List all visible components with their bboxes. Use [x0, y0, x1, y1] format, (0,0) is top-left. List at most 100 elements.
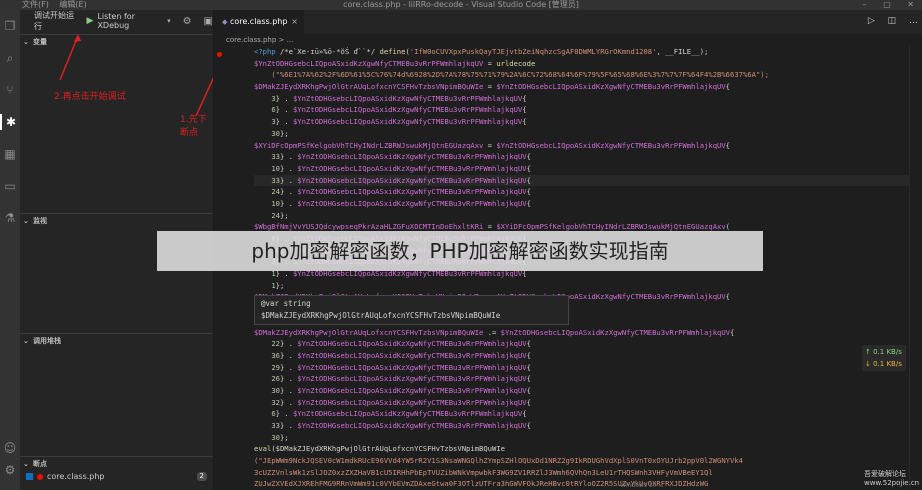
breakpoint-dot-icon[interactable]	[217, 52, 222, 57]
code-token: $YnZtODHGsebcLIQpoASxidKzXgwNfyCTMEBu3vR…	[297, 339, 527, 349]
code-token: $YnZtODHGsebcLIQpoASxidKzXgwNfyCTMEBu3vR…	[297, 198, 527, 208]
code-line[interactable]: 26} . $YnZtODHGsebcLIQpoASxidKzXgwNfyCTM…	[254, 373, 914, 385]
settings-gear-icon[interactable]: ⚙	[2, 462, 18, 478]
code-line[interactable]: 30};	[254, 128, 914, 140]
code-token: } .	[279, 421, 298, 430]
code-token: $YnZtODHGsebcLIQpoASxidKzXgwNfyCTMEBu3vR…	[297, 152, 527, 162]
code-line[interactable]: 10} . $YnZtODHGsebcLIQpoASxidKzXgwNfyCTM…	[254, 163, 914, 175]
code-line[interactable]: 3} . $YnZtODHGsebcLIQpoASxidKzXgwNfyCTME…	[254, 93, 914, 105]
code-line[interactable]: $YnZtODHGsebcLIQpoASxidKzXgwNfyCTMEBu3vR…	[254, 58, 914, 70]
code-token: 'IfW0oCUVXpxPuskQayTJEjvtbZeiNqhzcSgAF8D…	[409, 47, 657, 56]
code-line[interactable]: $DMakZJEydXRKhgPwjOlGtrAUqLofxcnYCSFHvTz…	[254, 327, 914, 339]
code-token: 30	[271, 385, 280, 395]
red-arrow-annotation	[59, 34, 213, 117]
minimize-icon[interactable]: –	[863, 0, 867, 9]
code-token: $YnZtODHGsebcLIQpoASxidKzXgwNfyCTMEBu3vR…	[500, 327, 730, 337]
code-line[interactable]: 3cUZZVnlsWk1zSlJOZ0xzZXZHaVB1cU5IRHhPbEp…	[254, 467, 914, 479]
code-line[interactable]: $DMakZJEydXRKhgPwjOlGtrAUqLofxcnYCSFHvTz…	[254, 81, 914, 93]
code-token: } .	[279, 385, 298, 395]
maximize-icon[interactable]: ▢	[883, 0, 891, 9]
code-line[interactable]: 24} . $YnZtODHGsebcLIQpoASxidKzXgwNfyCTM…	[254, 186, 914, 198]
code-token: $YnZtODHGsebcLIQpoASxidKzXgwNfyCTMEBu3vR…	[297, 385, 527, 395]
code-token: } .	[279, 397, 298, 407]
debug-console-icon[interactable]: ▣	[204, 16, 213, 27]
code-token: =	[483, 82, 497, 92]
code-line[interactable]: 1};	[254, 280, 914, 292]
start-debugging-icon[interactable]: ▶	[87, 16, 94, 26]
chevron-down-icon[interactable]: ▾	[167, 17, 171, 25]
code-token: $YnZtODHGsebcLIQpoASxidKzXgwNfyCTMEBu3vR…	[292, 93, 523, 103]
code-token: $YnZtODHGsebcLIQpoASxidKzXgwNfyCTMEBu3vR…	[297, 397, 527, 407]
code-token: } .	[279, 350, 298, 360]
gear-icon[interactable]: ⚙	[183, 16, 192, 27]
run-icon[interactable]: ▷	[868, 16, 875, 26]
close-window-icon[interactable]: ✕	[907, 0, 914, 9]
testing-icon[interactable]: ⚗	[2, 210, 18, 226]
code-line[interactable]: 10} . $YnZtODHGsebcLIQpoASxidKzXgwNfyCTM…	[254, 198, 914, 210]
code-line[interactable]: 33} . $YnZtODHGsebcLIQpoASxidKzXgwNfyCTM…	[254, 151, 914, 163]
code-token: 24	[271, 210, 280, 220]
code-token: {	[522, 117, 527, 127]
code-line[interactable]: 29} . $YnZtODHGsebcLIQpoASxidKzXgwNfyCTM…	[254, 362, 914, 374]
code-token: $YnZtODHGsebcLIQpoASxidKzXgwNfyCTMEBu3vR…	[496, 140, 726, 150]
close-icon[interactable]: ×	[291, 10, 298, 34]
code-token: =	[483, 140, 497, 150]
debug-icon[interactable]: ✱	[0, 114, 20, 130]
network-speed-widget: ↑ 0.1 KB/s ↓ 0.1 KB/s	[862, 345, 906, 371]
code-token: 29	[271, 362, 280, 372]
tab-core-class-php[interactable]: ◆ core.class.php ×	[214, 10, 304, 34]
code-line[interactable]: 33} . $YnZtODHGsebcLIQpoASxidKzXgwNfyCTM…	[254, 174, 914, 187]
code-token: {	[526, 152, 531, 162]
window-title: core.class.php - lilRRo-decode - Visual …	[343, 0, 579, 9]
section-watch[interactable]: ⌄ 监视	[20, 213, 213, 228]
code-line[interactable]: ("%6E1%7A%62%2F%6D%61%5C%76%74d%6928%2D%…	[254, 69, 914, 81]
code-token: 10	[271, 198, 280, 208]
code-line[interactable]: 30};	[254, 432, 914, 444]
window-controls: – ▢ ✕	[849, 0, 914, 10]
code-token: $YnZtODHGsebcLIQpoASxidKzXgwNfyCTMEBu3vR…	[297, 187, 527, 197]
breadcrumb[interactable]: core.class.php > ...	[226, 36, 293, 44]
code-line[interactable]: $XYiDFcOpmPSfKelgobVhTCHyINdrLZBRWJswukM…	[254, 140, 914, 152]
breakpoint-item[interactable]: core.class.php 2	[20, 470, 213, 483]
code-line[interactable]: 32} . $YnZtODHGsebcLIQpoASxidKzXgwNfyCTM…	[254, 397, 914, 409]
more-actions-icon[interactable]: …	[909, 16, 918, 26]
code-line[interactable]: 22} . $YnZtODHGsebcLIQpoASxidKzXgwNfyCTM…	[254, 338, 914, 350]
editor-scrollbar[interactable]	[909, 46, 922, 490]
account-icon[interactable]: ☺	[2, 440, 18, 456]
code-line[interactable]: 36} . $YnZtODHGsebcLIQpoASxidKzXgwNfyCTM…	[254, 350, 914, 362]
search-icon[interactable]: ⌕	[2, 50, 18, 66]
code-token: 30	[271, 432, 280, 442]
remote-explorer-icon[interactable]: ▭	[2, 178, 18, 194]
code-line[interactable]: eval($DMakZJEydXRKhgPwjOlGtrAUqLofxcnYCS…	[254, 443, 914, 455]
checkbox-icon[interactable]	[26, 473, 33, 480]
section-call-stack[interactable]: ⌄ 调用堆栈	[20, 333, 213, 348]
debug-config-select[interactable]: Listen for XDebug	[97, 12, 164, 30]
section-breakpoints[interactable]: ⌄ 断点	[20, 456, 213, 471]
code-line[interactable]: 6} . $YnZtODHGsebcLIQpoASxidKzXgwNfyCTME…	[254, 104, 914, 116]
extensions-icon[interactable]: ▦	[2, 146, 18, 162]
code-line[interactable]: 24};	[254, 210, 914, 222]
code-token: eval	[254, 444, 272, 454]
code-token: ("JEpWWm9NckJQSEV0cW1mdkRUcE96VVd4YW5rR2…	[254, 456, 743, 466]
code-line[interactable]: 3} . $YnZtODHGsebcLIQpoASxidKzXgwNfyCTME…	[254, 116, 914, 128]
code-token: 22	[271, 339, 280, 349]
code-token: =	[483, 58, 497, 68]
code-line[interactable]: <?php /*e`Xe-ɪū»%ō-*ŏŚ ď``*/ define('IfW…	[254, 46, 914, 58]
split-editor-icon[interactable]: ◫	[888, 16, 897, 26]
code-line[interactable]: 30} . $YnZtODHGsebcLIQpoASxidKzXgwNfyCTM…	[254, 385, 914, 397]
code-line[interactable]: ("JEpWWm9NckJQSEV0cW1mdkRUcE96VVd4YW5rR2…	[254, 455, 914, 467]
explorer-icon[interactable]: ❐	[2, 18, 18, 34]
hover-tooltip: @var string $DMakZJEydXRKhgPwjOlGtrAUqLo…	[254, 295, 569, 325]
code-line[interactable]: 6} . $YnZtODHGsebcLIQpoASxidKzXgwNfyCTME…	[254, 408, 914, 420]
source-control-icon[interactable]: ⑂	[2, 82, 18, 98]
hover-value: $DMakZJEydXRKhgPwjOlGtrAUqLofxcnYCSFHvTz…	[261, 311, 501, 320]
code-token: {	[725, 140, 730, 150]
breakpoint-count-badge: 2	[196, 472, 207, 481]
code-line[interactable]: 33} . $YnZtODHGsebcLIQpoASxidKzXgwNfyCTM…	[254, 420, 914, 432]
